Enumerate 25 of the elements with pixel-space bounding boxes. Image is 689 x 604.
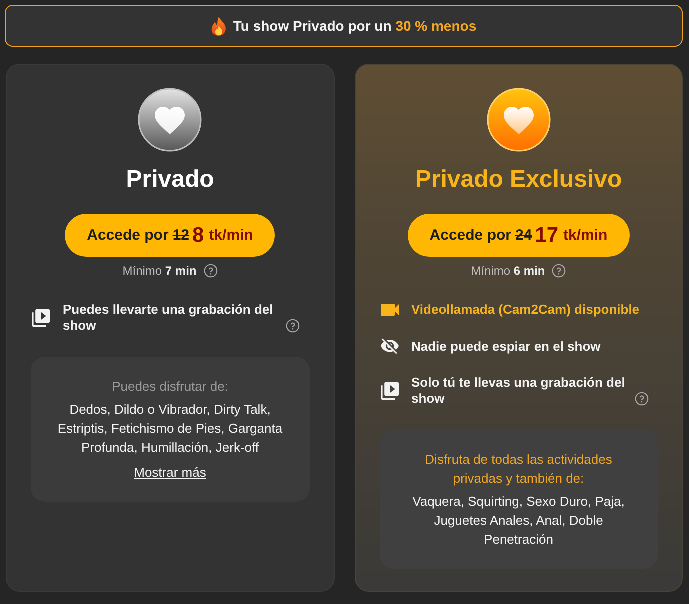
- eye-off-icon: [380, 338, 398, 355]
- help-icon[interactable]: [634, 392, 648, 406]
- video-camera-icon: [380, 304, 398, 316]
- plan-title: Privado: [126, 166, 214, 194]
- feature-text: Videollamada (Cam2Cam) disponible: [412, 302, 640, 318]
- feature-text: Solo tú te llevas una grabación del show: [412, 375, 626, 407]
- plan-title: Privado Exclusivo: [415, 166, 622, 194]
- feature-text: Nadie puede espiar en el show: [412, 338, 601, 354]
- help-icon[interactable]: [204, 264, 218, 278]
- activities-heading: Disfruta de todas las actividades privadas y también de:: [424, 451, 614, 488]
- promo-text: Tu show Privado por un 30 % menos: [233, 18, 477, 34]
- feature-text: Puedes llevarte una grabación del show: [63, 302, 274, 334]
- show-more-link[interactable]: Mostrar más: [134, 464, 206, 482]
- help-icon[interactable]: [552, 264, 566, 278]
- minimum-duration-text: Mínimo 6 min: [471, 263, 546, 279]
- access-price-button[interactable]: Accede por 12 8 tk/min: [65, 214, 276, 257]
- video-library-icon: [32, 309, 50, 327]
- help-icon[interactable]: [286, 319, 300, 333]
- activities-heading: Puedes disfrutar de:: [112, 378, 228, 396]
- activities-list: Dedos, Dildo o Vibrador, Dirty Talk, Estriptis, Fetichismo de Pies, Garganta Profunda, Humillación, Jerk-off: [53, 400, 288, 457]
- activities-list: Vaquera, Squirting, Sexo Duro, Paja, Juguetes Anales, Anal, Doble Penetración: [402, 492, 636, 549]
- access-price-button[interactable]: Accede por 24 17 tk/min: [408, 214, 630, 257]
- minimum-duration-text: Mínimo 7 min: [122, 263, 197, 279]
- flame-icon: [211, 16, 228, 36]
- video-library-icon: [380, 382, 398, 400]
